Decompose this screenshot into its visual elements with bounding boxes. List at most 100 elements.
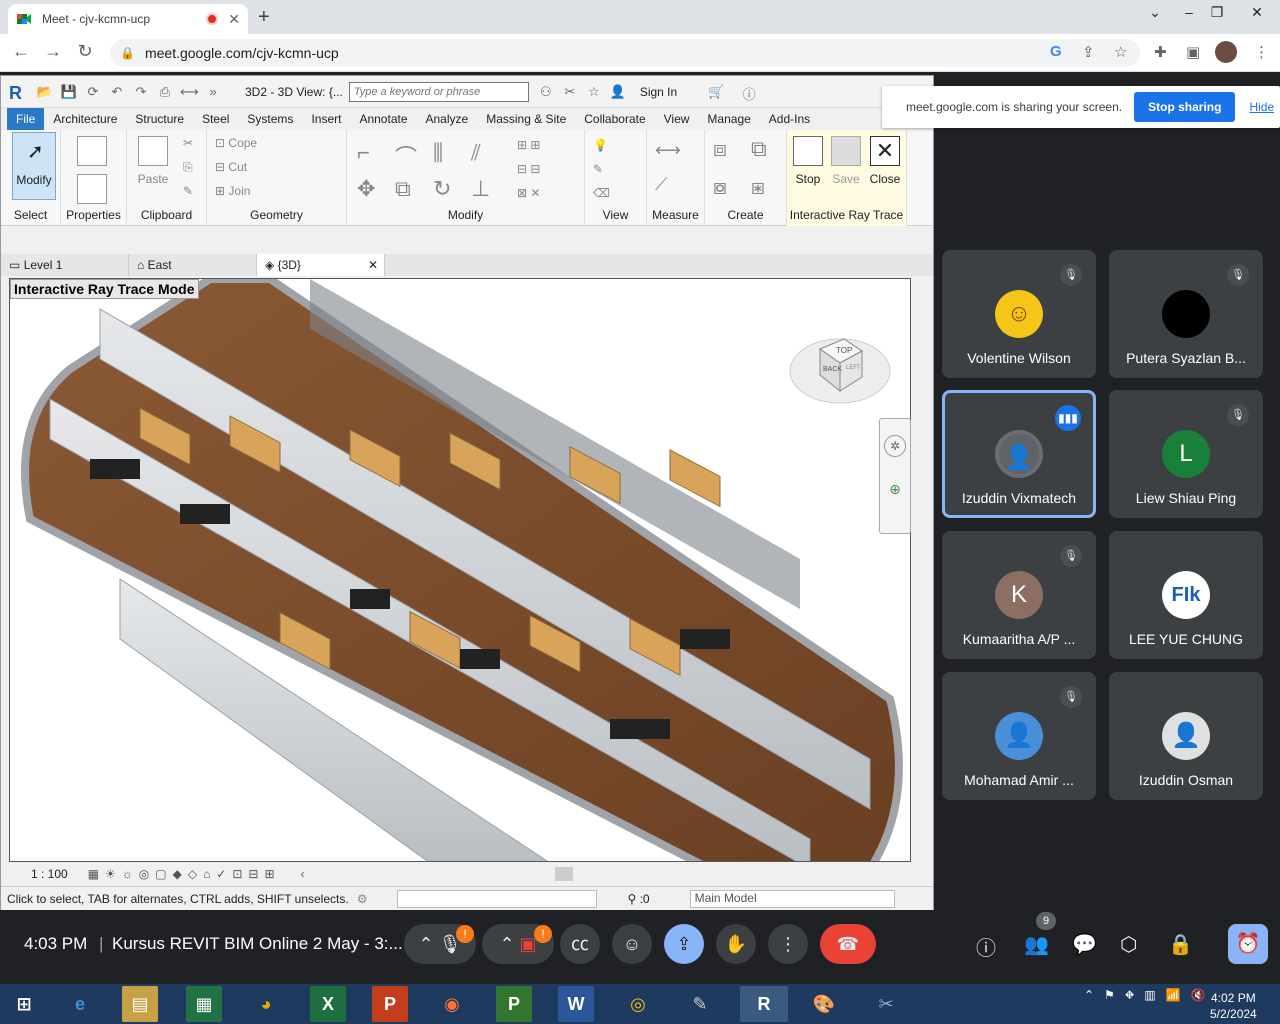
create-assembly-icon[interactable]: ⧈ [713,136,727,162]
profile-avatar[interactable] [1215,41,1237,63]
tab-insert[interactable]: Insert [302,108,350,130]
trim-icon[interactable]: ⊥ [471,176,490,202]
word-icon[interactable]: W [558,986,594,1022]
viewcube-top[interactable]: TOP [836,346,852,355]
tab-steel[interactable]: Steel [193,108,238,130]
more-icon[interactable]: » [204,84,222,100]
similar-icon[interactable]: ⧆ [751,174,765,200]
stop-sharing-button[interactable]: Stop sharing [1134,92,1236,122]
internet-explorer-icon[interactable]: e [62,986,98,1022]
tab-architecture[interactable]: Architecture [44,108,126,130]
join-button[interactable]: ⊞ Join [215,184,250,198]
undo-icon[interactable]: ↶ [108,84,126,100]
meeting-info-icon[interactable]: ⓘ [976,932,996,961]
view-tab-east[interactable]: ⌂ East [129,254,257,276]
paint-palette-icon[interactable]: 🎨 [806,986,842,1022]
hide-banner-link[interactable]: Hide [1249,100,1274,114]
chat-icon[interactable]: 💬 [1072,932,1097,957]
menu-icon[interactable]: ⋮ [1254,43,1269,61]
worksets-icon[interactable]: ⚙ [357,892,368,906]
present-icon[interactable]: ⇪ [664,924,704,964]
excel-icon[interactable]: X [310,986,346,1022]
file-explorer-icon[interactable]: ▤ [122,986,158,1022]
print-icon[interactable]: ⎙ [156,84,174,100]
binoculars-icon[interactable]: ⚇ [537,84,555,100]
revit-taskbar-icon[interactable]: R [740,986,788,1022]
raise-hand-icon[interactable]: ✋ [716,924,756,964]
participant-tile[interactable]: 👤 🎙 Mohamad Amir ... [942,672,1096,800]
tab-analyze[interactable]: Analyze [417,108,478,130]
captions-icon[interactable]: ㏄ [560,924,600,964]
mirror-axis-icon[interactable]: ⫼ [433,140,443,166]
bookmark-star-icon[interactable]: ☆ [1114,43,1127,61]
cut-clipboard-icon[interactable]: ✂ [183,136,193,150]
save-icon[interactable]: 💾 [60,84,78,100]
scale-icon[interactable]: ⊠ ✕ [517,186,540,200]
view-controls-icons[interactable]: ▦☀☼◎▢◆◇⌂✓⊡⊟⊞ [88,867,281,881]
dimension-icon[interactable]: ⟋ [655,174,668,195]
participant-tile[interactable]: ☺ 🎙 Volentine Wilson [942,250,1096,378]
viewcube-back[interactable]: BACK [823,366,842,373]
type-properties-icon[interactable] [77,174,107,210]
copy-element-icon[interactable]: ⧉ [395,176,411,202]
horizontal-scroll-thumb[interactable] [554,867,573,881]
powerpoint-icon[interactable]: P [372,986,408,1022]
save-render-button[interactable]: Save [831,136,861,186]
vertical-scrollbar[interactable] [913,278,931,862]
cut-button[interactable]: ⊟ Cut [215,160,247,174]
align-icon[interactable]: ⌐ [357,140,370,166]
move-icon[interactable]: ✥ [357,176,375,202]
close-window-icon[interactable]: ✕ [1234,4,1280,21]
tab-manage[interactable]: Manage [698,108,759,130]
measure-between-icon[interactable]: ⟷ [655,140,681,161]
match-icon[interactable]: ✎ [183,184,193,198]
help-icon[interactable]: ⓘ [740,84,758,102]
browser-tab[interactable]: Meet - cjv-kcmn-ucp ✕ [8,4,248,34]
back-icon[interactable]: ← [10,41,32,62]
chevron-up-icon[interactable]: ⌃ [419,934,434,954]
create-group-icon[interactable]: ⧇ [713,174,727,200]
modify-button[interactable]: ➚ Modify [12,132,56,200]
tab-file[interactable]: File [7,108,45,130]
stop-button[interactable]: Stop [793,136,823,186]
system-tray-icons[interactable]: ⌃ ⚑ ⛖ ▥ 📶 🔇 [1084,988,1206,1003]
tab-add-ins[interactable]: Add-Ins [760,108,819,130]
windows-start-icon[interactable]: ⊞ [6,986,42,1022]
zoom-icon[interactable]: ⊕ [884,481,906,503]
keyword-search-input[interactable] [348,81,529,102]
forward-icon[interactable]: → [42,41,64,62]
3d-viewport[interactable]: Interactive Ray Trace Mode TOP BACK LEFT [9,278,911,862]
cope-button[interactable]: ⊡ Cope [215,136,257,150]
eraser-icon[interactable]: ⌫ [593,186,610,200]
participant-tile[interactable]: FIk LEE YUE CHUNG [1109,531,1263,659]
design-option-select[interactable]: Main Model [689,889,895,908]
offset-icon[interactable]: ⌒ [395,140,417,172]
new-tab-icon[interactable]: + [258,6,270,29]
firefox-icon[interactable]: ◉ [434,986,470,1022]
workset-select[interactable] [397,889,598,908]
view-tab-level-1[interactable]: ▭ Level 1 [1,254,129,276]
close-render-button[interactable]: ✕ Close [869,136,901,186]
view-scale[interactable]: 1 : 100 [31,867,68,881]
split-icon[interactable]: ⊞ ⊞ [517,138,540,152]
viewcube[interactable]: TOP BACK LEFT [788,319,892,409]
sign-in-link[interactable]: Sign In [640,85,677,99]
activities-icon[interactable]: ⬡ [1120,932,1137,957]
paint-app-icon[interactable]: ◕ [248,986,284,1022]
tab-collaborate[interactable]: Collaborate [575,108,654,130]
sheets-icon[interactable]: ▦ [186,986,222,1022]
tab-massing-site[interactable]: Massing & Site [477,108,575,130]
sync-icon[interactable]: ⟳ [84,84,102,100]
host-controls-icon[interactable]: 🔒 [1168,932,1193,957]
revit-logo-icon[interactable]: R [9,83,27,103]
steering-wheel-icon[interactable]: ✲ [884,435,906,457]
extensions-icon[interactable]: ✚ [1154,43,1167,61]
participant-tile[interactable]: 🎙 Putera Syazlan B... [1109,250,1263,378]
google-icon[interactable]: G [1050,43,1062,60]
participant-tile[interactable]: L 🎙 Liew Shiau Ping [1109,390,1263,518]
paste-button[interactable]: Paste [135,136,171,186]
lightbulb-icon[interactable]: 💡 [593,138,608,152]
redo-icon[interactable]: ↷ [132,84,150,100]
subscription-icon[interactable]: ✂ [561,84,579,100]
open-icon[interactable]: 📂 [36,84,54,100]
